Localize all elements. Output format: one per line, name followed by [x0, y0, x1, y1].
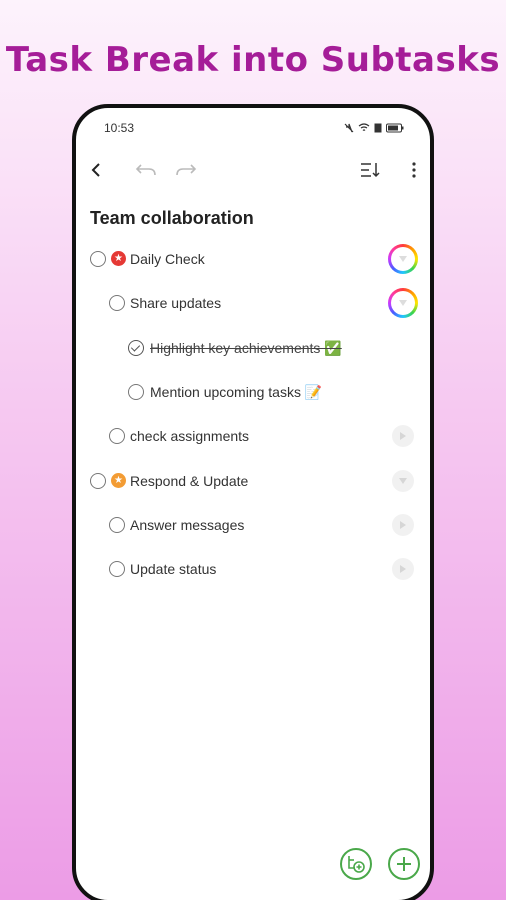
- task-label: Mention upcoming tasks 📝: [150, 384, 323, 400]
- task-row[interactable]: Mention upcoming tasks 📝: [76, 377, 430, 407]
- status-icons: [344, 123, 404, 133]
- task-row[interactable]: ★ Respond & Update: [76, 466, 430, 496]
- play-icon[interactable]: [392, 558, 414, 580]
- task-checkbox[interactable]: [128, 384, 144, 400]
- task-checkbox[interactable]: [109, 428, 125, 444]
- task-label: check assignments: [130, 428, 250, 444]
- toolbar: [76, 156, 430, 184]
- task-checkbox[interactable]: [90, 473, 106, 489]
- redo-icon[interactable]: [172, 156, 200, 184]
- task-checkbox[interactable]: [90, 251, 106, 267]
- add-subtask-icon: [348, 856, 365, 873]
- task-row[interactable]: Share updates: [76, 288, 430, 318]
- task-label: Highlight key achievements ✅: [150, 340, 342, 356]
- expand-icon[interactable]: [392, 470, 414, 492]
- undo-icon[interactable]: [132, 156, 160, 184]
- task-row[interactable]: Answer messages: [76, 510, 430, 540]
- play-icon[interactable]: [392, 425, 414, 447]
- back-arrow-icon[interactable]: [84, 156, 108, 184]
- list-title: Team collaboration: [90, 208, 254, 228]
- task-label: Update status: [130, 561, 217, 577]
- task-row[interactable]: Update status: [76, 554, 430, 584]
- sim-icon: [374, 123, 382, 133]
- add-task-button[interactable]: [388, 848, 420, 880]
- battery-icon: [386, 123, 404, 133]
- task-label: Share updates: [130, 295, 222, 311]
- task-checkbox-checked[interactable]: [128, 340, 144, 356]
- plus-icon: [397, 857, 411, 871]
- sort-icon[interactable]: [358, 156, 384, 184]
- task-label: Respond & Update: [130, 473, 249, 489]
- rainbow-focus-icon[interactable]: [388, 244, 418, 274]
- add-subtask-button[interactable]: [340, 848, 372, 880]
- more-vert-icon[interactable]: [404, 156, 424, 184]
- wifi-icon: [358, 123, 370, 131]
- status-time: 10:53: [104, 121, 135, 135]
- task-checkbox[interactable]: [109, 517, 125, 533]
- priority-high-icon: ★: [111, 251, 126, 266]
- priority-medium-icon: ★: [111, 473, 126, 488]
- status-bar: 10:53: [104, 120, 404, 136]
- rainbow-focus-icon[interactable]: [388, 288, 418, 318]
- task-row[interactable]: Highlight key achievements ✅: [76, 333, 430, 363]
- promo-title: Task Break into Subtasks: [5, 40, 501, 80]
- play-icon[interactable]: [392, 514, 414, 536]
- task-label: Daily Check: [130, 251, 205, 267]
- phone-frame: 10:53 Team collaboration ★ Daily Check S…: [72, 104, 434, 900]
- task-label: Answer messages: [130, 517, 245, 533]
- task-row[interactable]: check assignments: [76, 421, 430, 451]
- task-checkbox[interactable]: [109, 295, 125, 311]
- mute-icon: [344, 123, 354, 133]
- task-checkbox[interactable]: [109, 561, 125, 577]
- task-row[interactable]: ★ Daily Check: [76, 244, 430, 274]
